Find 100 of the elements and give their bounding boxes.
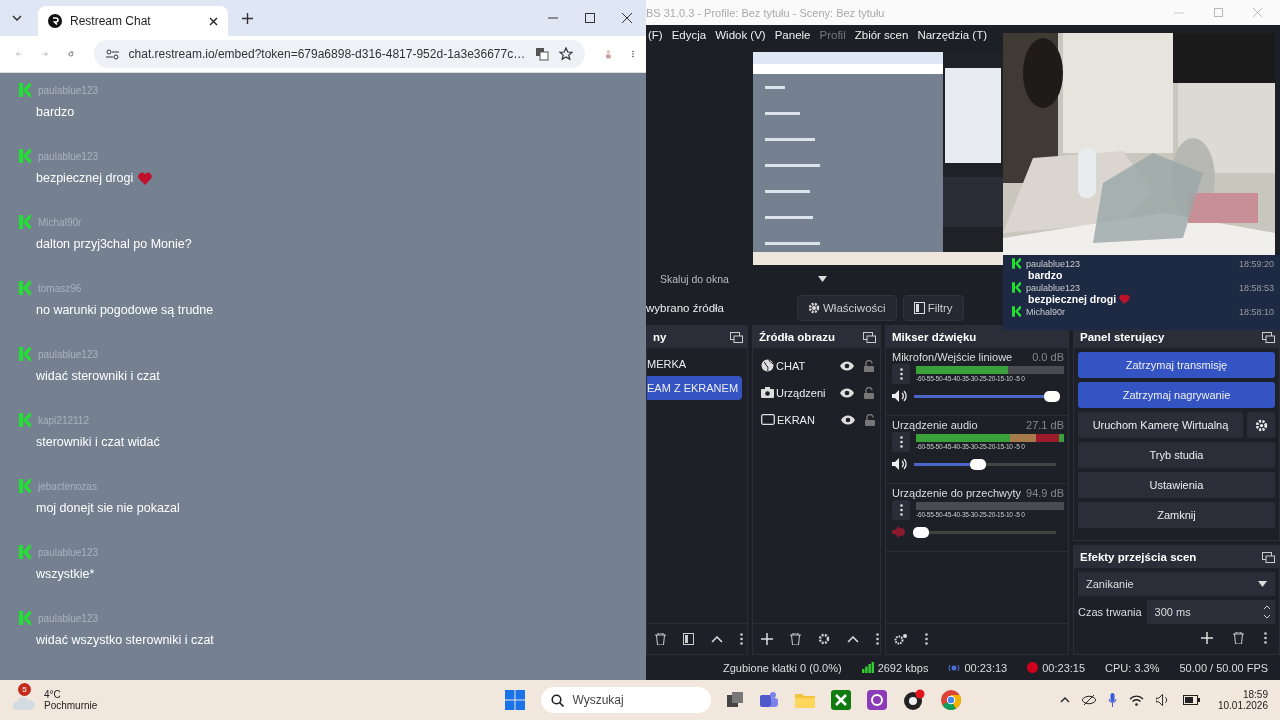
- source-item[interactable]: CHAT: [776, 359, 838, 372]
- channel-name: Urządzenie audio: [892, 419, 978, 431]
- signal-bars-icon: [861, 662, 874, 673]
- lock-icon[interactable]: [864, 359, 874, 372]
- frame-rate: 50.00 / 50.00 FPS: [1179, 661, 1269, 674]
- channel-name: Urządzenie do przechwyty: [892, 487, 1021, 499]
- eye-icon[interactable]: [841, 414, 855, 425]
- clock-date[interactable]: 10.01.2026: [1217, 700, 1268, 711]
- more-icon[interactable]: [925, 633, 928, 645]
- clock-time[interactable]: 18:59: [1242, 689, 1268, 700]
- menu-item[interactable]: Narzędzia (T): [917, 29, 988, 41]
- plus-icon[interactable]: [761, 633, 773, 645]
- menu-item[interactable]: Zbiór scen: [854, 29, 909, 41]
- undock-icon[interactable]: [730, 331, 743, 343]
- scale-dropdown[interactable]: Skaluj do okna: [656, 269, 831, 289]
- task-view-icon[interactable]: [727, 692, 744, 708]
- control-button[interactable]: Uruchom Kamerę Wirtualną: [1078, 412, 1243, 438]
- more-icon: [899, 436, 903, 448]
- chrome-icon[interactable]: [941, 690, 962, 710]
- channel-reading: 27.1 dB: [1026, 419, 1064, 431]
- reload-icon[interactable]: [67, 48, 74, 60]
- more-icon[interactable]: [876, 633, 879, 645]
- control-button[interactable]: Zamknij: [1078, 502, 1275, 528]
- plus-icon[interactable]: [1201, 632, 1213, 644]
- trash-icon[interactable]: [1233, 632, 1244, 644]
- scene-item[interactable]: EAM Z EKRANEM: [647, 376, 742, 400]
- speaker-icon[interactable]: [892, 458, 908, 470]
- translate-icon[interactable]: [535, 47, 550, 61]
- crossed-eye-icon[interactable]: [1081, 694, 1096, 706]
- menu-item[interactable]: Edycja: [671, 29, 707, 41]
- dock-title: Panel sterujący: [1080, 331, 1165, 343]
- start-icon[interactable]: [505, 690, 526, 710]
- scene-item[interactable]: MERKA: [647, 352, 747, 376]
- trash-icon[interactable]: [790, 633, 801, 645]
- chat-message: moj donejt sie nie pokazal: [36, 501, 180, 515]
- gears-icon[interactable]: [894, 633, 908, 645]
- new-tab-icon[interactable]: [242, 12, 253, 24]
- xbox-icon[interactable]: [831, 690, 852, 710]
- virtual-camera-settings-button[interactable]: [1247, 412, 1275, 438]
- platform-icon: [19, 611, 31, 625]
- cpu-usage: CPU: 3.3%: [1105, 661, 1160, 674]
- more-icon[interactable]: [740, 633, 743, 645]
- gear-icon[interactable]: [818, 633, 830, 645]
- monitor-icon: [761, 414, 775, 425]
- search-field[interactable]: Wyszukaj: [541, 687, 712, 713]
- source-item[interactable]: Urządzeni: [776, 386, 838, 399]
- source-button[interactable]: Filtry: [902, 294, 964, 321]
- channel-menu-button[interactable]: [892, 500, 910, 520]
- close-icon[interactable]: [622, 13, 632, 23]
- control-button[interactable]: Tryb studia: [1078, 442, 1275, 468]
- channel-menu-button[interactable]: [892, 432, 910, 452]
- site-info-icon[interactable]: [105, 48, 119, 60]
- control-button[interactable]: Zatrzymaj nagrywanie: [1078, 382, 1275, 408]
- transition-dropdown[interactable]: Zanikanie: [1078, 572, 1275, 596]
- duration-field[interactable]: 300 ms: [1146, 600, 1275, 624]
- control-button[interactable]: Zatrzymaj transmisję: [1078, 352, 1275, 378]
- caret-icon: [1258, 581, 1267, 587]
- undock-icon[interactable]: [863, 331, 876, 343]
- teams-icon[interactable]: [759, 691, 780, 709]
- close-icon[interactable]: [209, 16, 218, 26]
- filter-icon[interactable]: [683, 633, 694, 645]
- globe-icon: [761, 359, 774, 372]
- menu-item[interactable]: Panele: [774, 29, 811, 41]
- speaker-icon[interactable]: [892, 390, 908, 402]
- obs-icon[interactable]: [903, 689, 926, 711]
- bookmark-star-icon[interactable]: [559, 47, 574, 61]
- wifi-icon[interactable]: [1128, 694, 1144, 706]
- menu-item[interactable]: (F): [648, 29, 663, 41]
- eye-icon[interactable]: [840, 360, 854, 371]
- weather-condition: Pochmurnie: [44, 700, 98, 711]
- undock-icon[interactable]: [1262, 551, 1275, 563]
- more-icon[interactable]: [1264, 632, 1267, 644]
- app-icon[interactable]: [867, 690, 888, 710]
- browser-tab[interactable]: Restream Chat: [38, 6, 228, 36]
- platform-icon: [19, 479, 31, 493]
- menu-item[interactable]: Widok (V): [715, 29, 766, 41]
- source-button[interactable]: Właściwości: [797, 294, 897, 321]
- address-bar[interactable]: chat.restream.io/embed?token=679a6898-d316-4817-952d-1a3e36677c…: [93, 40, 586, 68]
- gear-icon: [1254, 418, 1268, 432]
- source-status: wybrano źródła: [646, 301, 725, 314]
- chat-message: no warunki pogodowe są trudne: [36, 303, 214, 317]
- eye-icon[interactable]: [840, 387, 854, 398]
- channel-reading: 94.9 dB: [1026, 487, 1064, 499]
- broadcast-icon: [948, 663, 961, 672]
- microphone-icon[interactable]: [1107, 693, 1117, 707]
- channel-menu-button[interactable]: [892, 364, 910, 384]
- duration-label: Czas trwania: [1078, 606, 1142, 618]
- chat-message: widać sterowniki i czat: [36, 369, 160, 383]
- lock-icon[interactable]: [864, 386, 874, 399]
- tab-list-icon[interactable]: [12, 15, 22, 21]
- maximize-icon[interactable]: [585, 13, 595, 23]
- trash-icon[interactable]: [655, 633, 666, 645]
- battery-icon[interactable]: [1182, 695, 1200, 705]
- chat-message: bezpiecznej drogi: [36, 171, 134, 185]
- chevron-up-icon[interactable]: [1059, 697, 1070, 703]
- window-title: BS 31.0.3 - Profile: Bez tytułu - Sceny: Bez tytułu: [646, 6, 885, 19]
- control-button[interactable]: Ustawienia: [1078, 472, 1275, 498]
- source-item[interactable]: EKRAN: [777, 413, 839, 426]
- lock-icon[interactable]: [865, 413, 875, 426]
- undock-icon[interactable]: [1262, 331, 1275, 343]
